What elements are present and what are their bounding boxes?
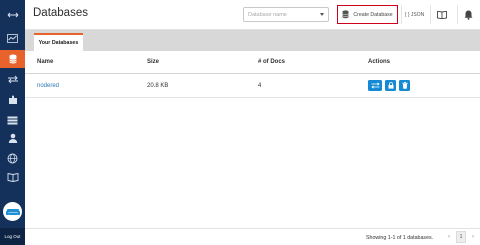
replication-icon xyxy=(7,75,18,83)
column-header-docs: # of Docs xyxy=(258,59,286,65)
database-size: 20.8 KB xyxy=(147,82,169,89)
databases-table: Name Size # of Docs Actions nodered 20.8… xyxy=(25,51,480,98)
puzzle-icon xyxy=(8,95,17,104)
database-doc-count: 4 xyxy=(258,82,262,89)
column-header-size: Size xyxy=(147,59,160,65)
sidebar-item-config[interactable] xyxy=(0,91,25,109)
header: Databases Create Database { } JSON xyxy=(25,0,480,30)
page-number-button[interactable]: 1 xyxy=(456,231,466,243)
sidebar-item-docs[interactable] xyxy=(0,168,25,186)
database-search[interactable] xyxy=(243,7,329,22)
globe-icon xyxy=(7,153,18,163)
couch-logo-icon xyxy=(5,209,20,215)
delete-database-button[interactable] xyxy=(399,80,410,91)
next-page-button[interactable]: › xyxy=(468,231,478,243)
sidebar-item-user[interactable] xyxy=(0,129,25,147)
documentation-button[interactable] xyxy=(430,5,452,24)
list-icon xyxy=(7,116,18,124)
prev-page-button[interactable]: ‹ xyxy=(444,231,454,243)
couchdb-logo xyxy=(3,202,22,221)
sidebar-item-toggle[interactable] xyxy=(0,6,25,24)
sidebar-item-activity[interactable] xyxy=(0,29,25,47)
bell-icon xyxy=(464,10,473,20)
paging-status: Showing 1-1 of 1 databases. xyxy=(366,234,434,241)
pulse-icon xyxy=(7,33,18,43)
sidebar-item-network[interactable] xyxy=(0,149,25,167)
book-icon xyxy=(7,172,18,182)
column-header-actions: Actions xyxy=(368,59,391,65)
notifications-button[interactable] xyxy=(457,5,479,24)
column-header-name: Name xyxy=(37,59,54,65)
json-button[interactable]: { } JSON xyxy=(401,5,427,24)
user-icon xyxy=(8,133,17,143)
table-row: nodered 20.8 KB 4 xyxy=(25,74,480,98)
database-actions xyxy=(368,74,413,97)
page-title: Databases xyxy=(33,7,88,19)
permissions-button[interactable] xyxy=(385,80,396,91)
book-icon xyxy=(436,10,447,19)
replicate-button[interactable] xyxy=(368,80,382,91)
trash-icon xyxy=(401,82,408,89)
sidebar-item-replication[interactable] xyxy=(0,70,25,88)
create-database-label: Create Database xyxy=(353,11,393,18)
table-header-row: Name Size # of Docs Actions xyxy=(25,51,480,74)
database-name-link[interactable]: nodered xyxy=(37,83,59,89)
arrows-icon xyxy=(7,12,18,18)
create-database-button[interactable]: Create Database xyxy=(337,5,398,24)
chevron-down-icon[interactable] xyxy=(320,13,324,16)
database-icon xyxy=(8,54,17,64)
footer: Showing 1-1 of 1 databases. ‹ 1 › xyxy=(25,228,480,245)
logout-button[interactable]: Log Out xyxy=(0,228,25,245)
database-search-input[interactable] xyxy=(244,8,318,21)
replicate-icon xyxy=(370,82,380,89)
database-plus-icon xyxy=(342,10,350,19)
sidebar-item-tasks[interactable] xyxy=(0,111,25,129)
tab-bar: Your Databases xyxy=(25,30,480,51)
sidebar: Log Out xyxy=(0,0,25,245)
sidebar-item-databases[interactable] xyxy=(0,50,25,68)
lock-icon xyxy=(388,82,393,89)
tab-your-databases[interactable]: Your Databases xyxy=(34,33,83,51)
